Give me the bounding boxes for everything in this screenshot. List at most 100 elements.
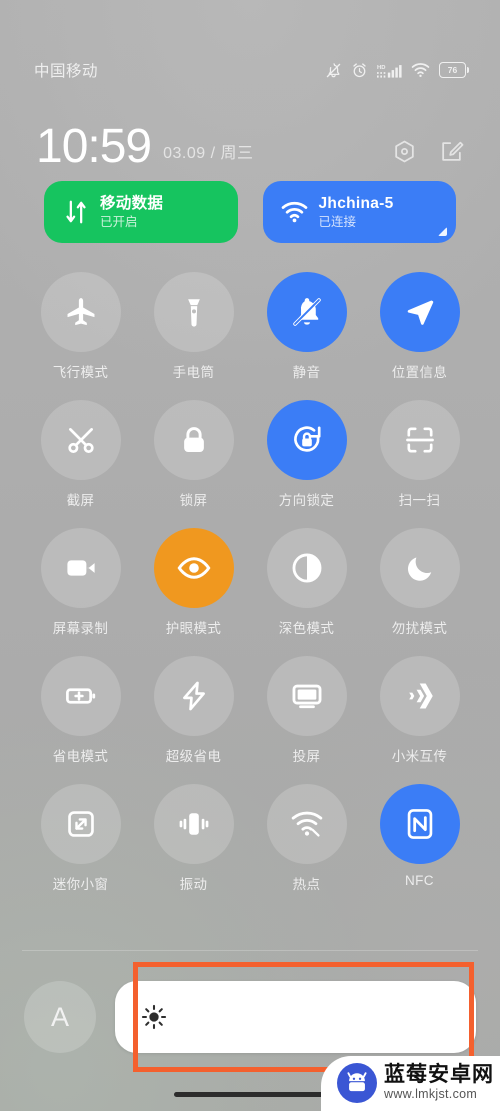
qs-tile-cast[interactable]: 投屏 — [250, 656, 363, 765]
home-indicator[interactable] — [174, 1092, 326, 1097]
battery-percent: 76 — [447, 64, 458, 75]
qs-tile-screen-record[interactable]: 屏幕录制 — [24, 528, 137, 637]
qs-label: 护眼模式 — [165, 621, 222, 636]
header-actions — [392, 139, 464, 164]
qs-circle — [40, 656, 121, 736]
qs-label: 超级省电 — [165, 749, 222, 764]
qs-tile-location[interactable]: 位置信息 — [363, 272, 476, 381]
qs-label: 勿扰模式 — [391, 621, 448, 636]
qs-tile-lock[interactable]: 锁屏 — [137, 400, 250, 509]
battery-plus-icon — [65, 688, 95, 704]
qs-label: 热点 — [292, 877, 321, 892]
eye-icon — [177, 557, 210, 579]
qs-tile-eye-care[interactable]: 护眼模式 — [137, 528, 250, 637]
qs-label: 振动 — [179, 877, 208, 892]
auto-brightness-label: A — [50, 1001, 69, 1032]
brightness-row: A — [24, 978, 476, 1056]
qs-circle — [266, 784, 347, 864]
qs-tile-mini-window[interactable]: 迷你小窗 — [24, 784, 137, 893]
watermark: 蓝莓安卓网 www.lmkjst.com — [321, 1056, 500, 1111]
qs-label: 扫一扫 — [398, 493, 441, 508]
qs-label: 深色模式 — [278, 621, 335, 636]
flashlight-icon — [187, 299, 200, 327]
watermark-text: 蓝莓安卓网 www.lmkjst.com — [384, 1064, 494, 1101]
alarm-clock-icon — [353, 62, 366, 77]
qs-circle — [266, 528, 347, 608]
qs-tile-scan[interactable]: 扫一扫 — [363, 400, 476, 509]
battery-icon: 76 — [439, 62, 470, 78]
qs-circle — [153, 272, 234, 352]
qs-circle — [153, 784, 234, 864]
clock-header: 10:59 03.09 / 周三 — [0, 108, 500, 174]
clock-time: 10:59 — [36, 120, 152, 174]
qs-tile-dark-mode[interactable]: 深色模式 — [250, 528, 363, 637]
wifi-icon — [277, 201, 313, 223]
contrast-icon — [292, 553, 321, 583]
qs-tile-airplane[interactable]: 飞行模式 — [24, 272, 137, 381]
qs-circle — [153, 400, 234, 480]
moon-icon — [407, 557, 431, 581]
qs-tile-nfc[interactable]: NFC — [363, 784, 476, 893]
qs-circle — [40, 272, 121, 352]
svg-text:HD: HD — [377, 64, 385, 70]
vibrate-icon — [179, 813, 208, 835]
mobile-data-tile[interactable]: 移动数据 已开启 — [44, 181, 238, 243]
quick-settings-grid: 飞行模式 手电筒 静音 位置信息 截屏 锁屏 方向锁定 扫一扫 屏幕录制 护眼模… — [24, 272, 476, 893]
panel-divider — [22, 950, 478, 951]
bell-muted-icon — [292, 298, 321, 326]
lock-icon — [183, 427, 204, 452]
qs-label: 锁屏 — [179, 493, 208, 508]
rotation-lock-icon — [293, 426, 321, 452]
mobile-data-title: 移动数据 — [100, 195, 164, 213]
status-bar: 中国移动 HD 76 — [0, 55, 500, 85]
auto-brightness-button[interactable]: A — [24, 981, 96, 1053]
qs-circle — [379, 400, 460, 480]
qs-tile-flashlight[interactable]: 手电筒 — [137, 272, 250, 381]
qs-tile-ultra-saver[interactable]: 超级省电 — [137, 656, 250, 765]
qs-circle — [379, 528, 460, 608]
qs-label: 省电模式 — [52, 749, 109, 764]
qs-circle — [379, 272, 460, 352]
quick-settings-panel: 中国移动 HD 76 10:59 03.09 / 周三 移动数据 已开启 Jhc… — [0, 0, 500, 1111]
mobile-data-icon — [58, 198, 94, 226]
clock-date: 03.09 / 周三 — [163, 145, 254, 162]
qs-circle — [379, 656, 460, 736]
lightning-icon — [182, 681, 205, 711]
hd-signal-icon: HD — [377, 64, 402, 78]
qs-tile-mi-share[interactable]: 小米互传 — [363, 656, 476, 765]
wifi-ssid: Jhchina-5 — [318, 195, 394, 213]
watermark-site-name: 蓝莓安卓网 — [384, 1063, 494, 1087]
brightness-slider[interactable] — [115, 981, 476, 1053]
qs-circle — [153, 656, 234, 736]
wifi-tile[interactable]: Jhchina-5 已连接 — [262, 181, 456, 243]
mi-share-icon — [408, 683, 433, 709]
qs-circle — [266, 272, 347, 352]
hex-settings-icon[interactable] — [392, 139, 417, 164]
edit-icon[interactable] — [439, 139, 464, 164]
qs-tile-screenshot[interactable]: 截屏 — [24, 400, 137, 509]
qs-tile-dnd[interactable]: 勿扰模式 — [363, 528, 476, 637]
camcorder-icon — [66, 560, 95, 576]
android-robot-icon — [337, 1063, 377, 1103]
mini-window-icon — [67, 811, 94, 837]
qs-label: 投屏 — [292, 749, 321, 764]
qs-label: 截屏 — [66, 493, 95, 508]
screenshot-icon — [67, 428, 94, 453]
qs-tile-vibrate[interactable]: 振动 — [137, 784, 250, 893]
qs-label: 静音 — [292, 365, 321, 380]
qs-tile-rotation-lock[interactable]: 方向锁定 — [250, 400, 363, 509]
qs-label: 屏幕录制 — [52, 621, 109, 636]
qs-label: 迷你小窗 — [52, 877, 109, 892]
qs-label: NFC — [405, 873, 434, 888]
qs-circle — [266, 656, 347, 736]
qs-circle — [40, 784, 121, 864]
nfc-icon — [407, 809, 432, 839]
location-arrow-icon — [407, 300, 433, 325]
qs-tile-hotspot[interactable]: 热点 — [250, 784, 363, 893]
qs-tile-battery-saver[interactable]: 省电模式 — [24, 656, 137, 765]
mobile-data-status: 已开启 — [100, 214, 138, 229]
qs-circle — [153, 528, 234, 608]
qs-tile-mute[interactable]: 静音 — [250, 272, 363, 381]
qs-label: 手电筒 — [172, 365, 215, 380]
wifi-expand-icon[interactable] — [438, 227, 447, 236]
